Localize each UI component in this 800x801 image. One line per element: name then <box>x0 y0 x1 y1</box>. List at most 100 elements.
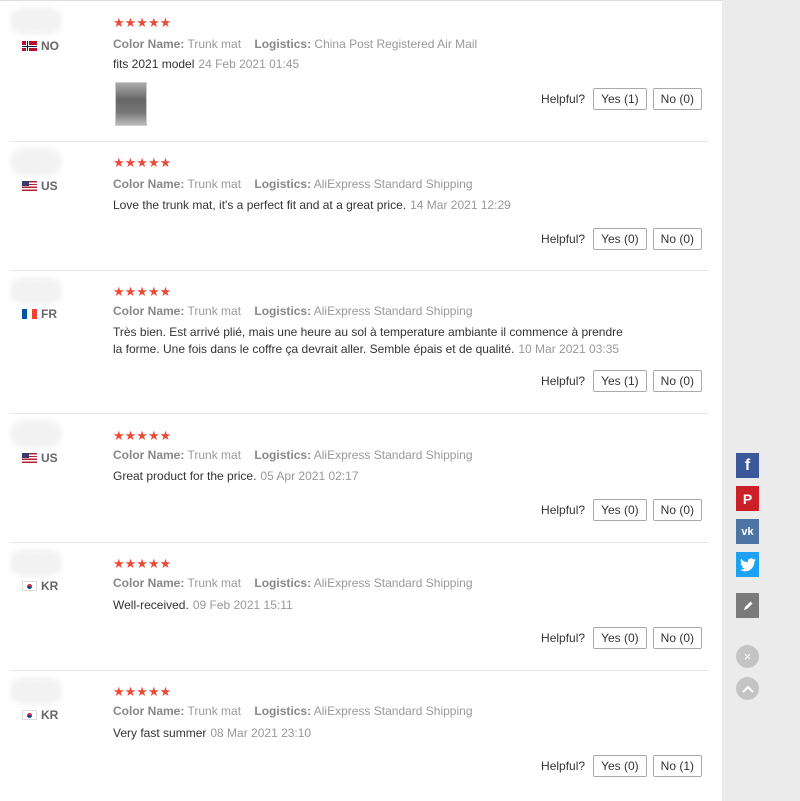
vk-share-icon[interactable]: vk <box>736 519 759 544</box>
country-code: US <box>41 451 58 465</box>
helpful-no-button[interactable]: No (0) <box>652 627 702 649</box>
helpful-votes: Helpful? Yes (1) No (0) <box>541 370 702 392</box>
color-name-value: Trunk mat <box>187 304 242 318</box>
review-item: KR ★★★★★ Color Name: Trunk mat Logistics… <box>0 671 722 799</box>
color-name-label: Color Name: <box>113 37 185 51</box>
review-photo-thumbnail[interactable] <box>115 82 147 126</box>
color-name-value: Trunk mat <box>187 448 242 462</box>
helpful-votes: Helpful? Yes (0) No (0) <box>541 228 702 250</box>
avatar <box>10 148 62 176</box>
helpful-yes-button[interactable]: Yes (1) <box>593 370 647 392</box>
helpful-yes-button[interactable]: Yes (0) <box>593 228 647 250</box>
country: KR <box>22 579 58 593</box>
helpful-label: Helpful? <box>541 631 586 645</box>
helpful-label: Helpful? <box>541 232 586 246</box>
review-text: fits 2021 model 24 Feb 2021 01:45 <box>113 56 633 73</box>
review-info: Color Name: Trunk mat Logistics: China P… <box>113 37 487 51</box>
logistics-value: AliExpress Standard Shipping <box>313 704 473 718</box>
helpful-votes: Helpful? Yes (0) No (0) <box>541 499 702 521</box>
helpful-yes-button[interactable]: Yes (0) <box>593 627 647 649</box>
helpful-yes-button[interactable]: Yes (1) <box>593 88 647 110</box>
helpful-label: Helpful? <box>541 503 586 517</box>
facebook-share-icon[interactable]: f <box>736 453 759 478</box>
logistics-value: AliExpress Standard Shipping <box>313 304 473 318</box>
reviews-panel: NO ★★★★★ Color Name: Trunk mat Logistics… <box>0 0 722 801</box>
review-info: Color Name: Trunk mat Logistics: AliExpr… <box>113 448 483 462</box>
review-text: Très bien. Est arrivé plié, mais une heu… <box>113 324 633 358</box>
color-name-label: Color Name: <box>113 448 185 462</box>
chevron-up-icon <box>741 685 754 693</box>
close-icon[interactable]: × <box>736 645 759 668</box>
helpful-label: Helpful? <box>541 759 586 773</box>
star-rating: ★★★★★ <box>113 556 172 571</box>
scroll-to-top-icon[interactable] <box>736 677 759 700</box>
review-date: 09 Feb 2021 15:11 <box>192 598 293 612</box>
logistics-value: AliExpress Standard Shipping <box>313 177 473 191</box>
country-code: KR <box>41 708 59 722</box>
helpful-yes-button[interactable]: Yes (0) <box>593 755 647 777</box>
review-info: Color Name: Trunk mat Logistics: AliExpr… <box>113 304 483 318</box>
color-name-label: Color Name: <box>113 304 185 318</box>
review-item: NO ★★★★★ Color Name: Trunk mat Logistics… <box>0 1 722 142</box>
logistics-label: Logistics: <box>254 37 312 51</box>
review-info: Color Name: Trunk mat Logistics: AliExpr… <box>113 576 483 590</box>
country: NO <box>22 39 59 53</box>
review-body: fits 2021 model <box>113 57 195 71</box>
star-rating: ★★★★★ <box>113 428 172 443</box>
twitter-share-icon[interactable] <box>736 552 759 577</box>
review-body: Well-received. <box>113 598 189 612</box>
helpful-votes: Helpful? Yes (0) No (0) <box>541 627 702 649</box>
usa-flag-icon <box>22 453 37 463</box>
avatar <box>10 420 62 448</box>
country: US <box>22 179 58 193</box>
twitter-bird-icon <box>739 557 756 571</box>
color-name-value: Trunk mat <box>187 37 242 51</box>
review-date: 14 Mar 2021 12:29 <box>410 198 511 212</box>
color-name-label: Color Name: <box>113 704 185 718</box>
review-date: 24 Feb 2021 01:45 <box>198 57 300 71</box>
logistics-value: AliExpress Standard Shipping <box>313 576 473 590</box>
helpful-no-button[interactable]: No (0) <box>652 370 702 392</box>
star-rating: ★★★★★ <box>113 15 172 30</box>
color-name-label: Color Name: <box>113 576 185 590</box>
review-text: Very fast summer 08 Mar 2021 23:10 <box>113 725 633 742</box>
avatar <box>10 549 62 577</box>
helpful-no-button[interactable]: No (0) <box>652 88 702 110</box>
usa-flag-icon <box>22 181 37 191</box>
review-date: 05 Apr 2021 02:17 <box>260 469 359 483</box>
country-code: FR <box>41 307 57 321</box>
logistics-value: AliExpress Standard Shipping <box>313 448 473 462</box>
review-item: KR ★★★★★ Color Name: Trunk mat Logistics… <box>0 543 722 671</box>
color-name-value: Trunk mat <box>187 177 242 191</box>
country-code: US <box>41 179 58 193</box>
star-rating: ★★★★★ <box>113 684 172 699</box>
review-date: 08 Mar 2021 23:10 <box>210 726 312 740</box>
review-body: Love the trunk mat, it's a perfect fit a… <box>113 198 407 212</box>
france-flag-icon <box>22 309 37 319</box>
review-text: Well-received. 09 Feb 2021 15:11 <box>113 597 633 614</box>
country: US <box>22 451 58 465</box>
review-info: Color Name: Trunk mat Logistics: AliExpr… <box>113 177 483 191</box>
logistics-label: Logistics: <box>254 704 312 718</box>
pinterest-share-icon[interactable]: P <box>736 486 759 511</box>
review-text: Love the trunk mat, it's a perfect fit a… <box>113 197 633 214</box>
logistics-label: Logistics: <box>254 448 312 462</box>
review-body: Great product for the price. <box>113 469 257 483</box>
logistics-label: Logistics: <box>254 576 312 590</box>
helpful-votes: Helpful? Yes (0) No (1) <box>541 755 702 777</box>
review-item: US ★★★★★ Color Name: Trunk mat Logistics… <box>0 414 722 543</box>
review-info: Color Name: Trunk mat Logistics: AliExpr… <box>113 704 483 718</box>
logistics-value: China Post Registered Air Mail <box>314 37 478 51</box>
star-rating: ★★★★★ <box>113 155 172 170</box>
avatar <box>10 277 62 305</box>
helpful-label: Helpful? <box>541 92 586 106</box>
norway-flag-icon <box>22 41 37 51</box>
color-name-label: Color Name: <box>113 177 185 191</box>
helpful-no-button[interactable]: No (0) <box>652 228 702 250</box>
helpful-no-button[interactable]: No (1) <box>652 755 702 777</box>
edit-pencil-icon[interactable] <box>736 593 759 618</box>
country: FR <box>22 307 57 321</box>
helpful-yes-button[interactable]: Yes (0) <box>593 499 647 521</box>
helpful-no-button[interactable]: No (0) <box>652 499 702 521</box>
helpful-votes: Helpful? Yes (1) No (0) <box>541 88 702 110</box>
